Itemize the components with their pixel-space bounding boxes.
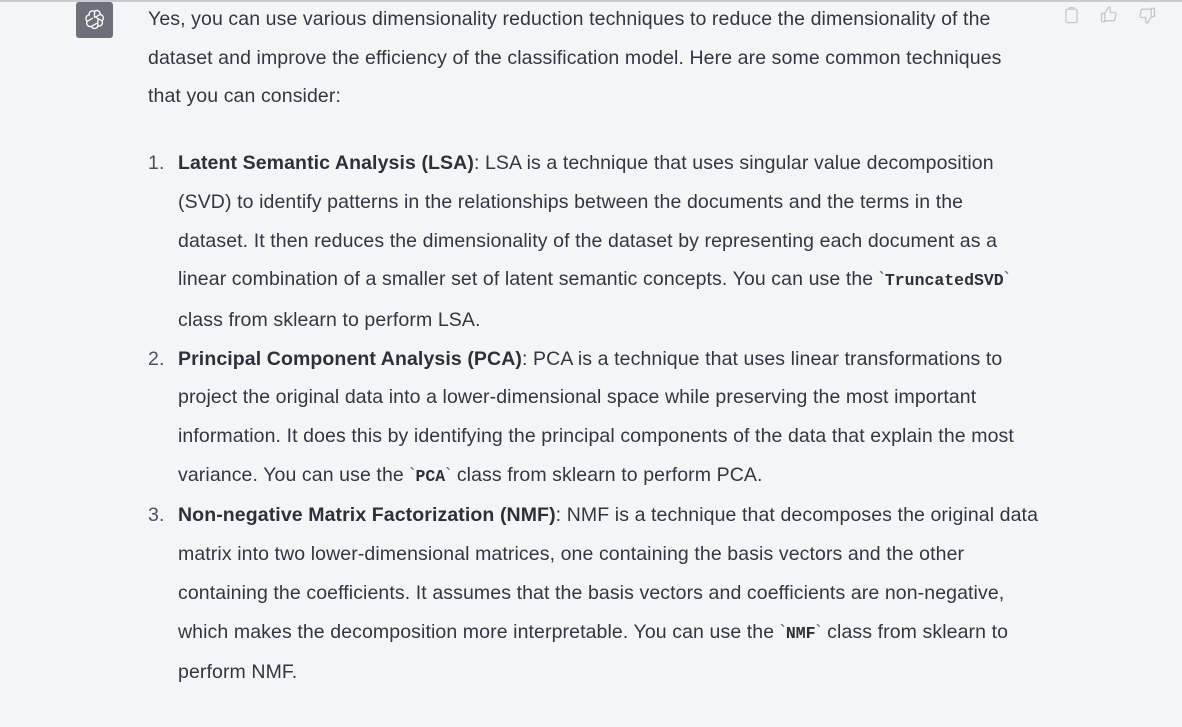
list-item: Non-negative Matrix Factorization (NMF):… [148, 496, 1038, 692]
intro-paragraph: Yes, you can use various dimensionality … [148, 8, 1002, 108]
assistant-message: Yes, you can use various dimensionality … [0, 0, 1182, 727]
list-item-term: Non-negative Matrix Factorization (NMF) [178, 504, 556, 527]
copy-icon-button[interactable] [1058, 2, 1084, 28]
thumbs-down-button[interactable] [1134, 2, 1160, 28]
thumbs-up-icon [1099, 5, 1119, 25]
message-actions [1058, 2, 1160, 28]
inline-code: PCA [415, 466, 446, 486]
list-item-term: Principal Component Analysis (PCA) [178, 347, 522, 370]
list-item: Latent Semantic Analysis (LSA): LSA is a… [148, 144, 1038, 340]
list-item-separator: : [555, 504, 567, 527]
list-item-text-after: class from sklearn to perform LSA. [178, 308, 481, 331]
code-tick-close: ` [1003, 269, 1010, 290]
list-item-term: Latent Semantic Analysis (LSA) [178, 152, 474, 175]
openai-logo-icon [82, 8, 107, 33]
assistant-avatar [76, 2, 113, 38]
inline-code: TruncatedSVD [884, 271, 1004, 291]
list-item-text-after: class from sklearn to perform PCA. [451, 463, 763, 486]
list-item-separator: : [473, 152, 485, 175]
list-item: Principal Component Analysis (PCA): PCA … [148, 340, 1038, 497]
thumbs-up-button[interactable] [1096, 2, 1122, 28]
message-body: Yes, you can use various dimensionality … [148, 0, 1048, 692]
thumbs-down-icon [1137, 5, 1157, 25]
inline-code: NMF [785, 623, 816, 643]
techniques-list: Latent Semantic Analysis (LSA): LSA is a… [148, 144, 1048, 692]
copy-icon [1062, 6, 1081, 25]
list-item-separator: : [521, 347, 534, 370]
